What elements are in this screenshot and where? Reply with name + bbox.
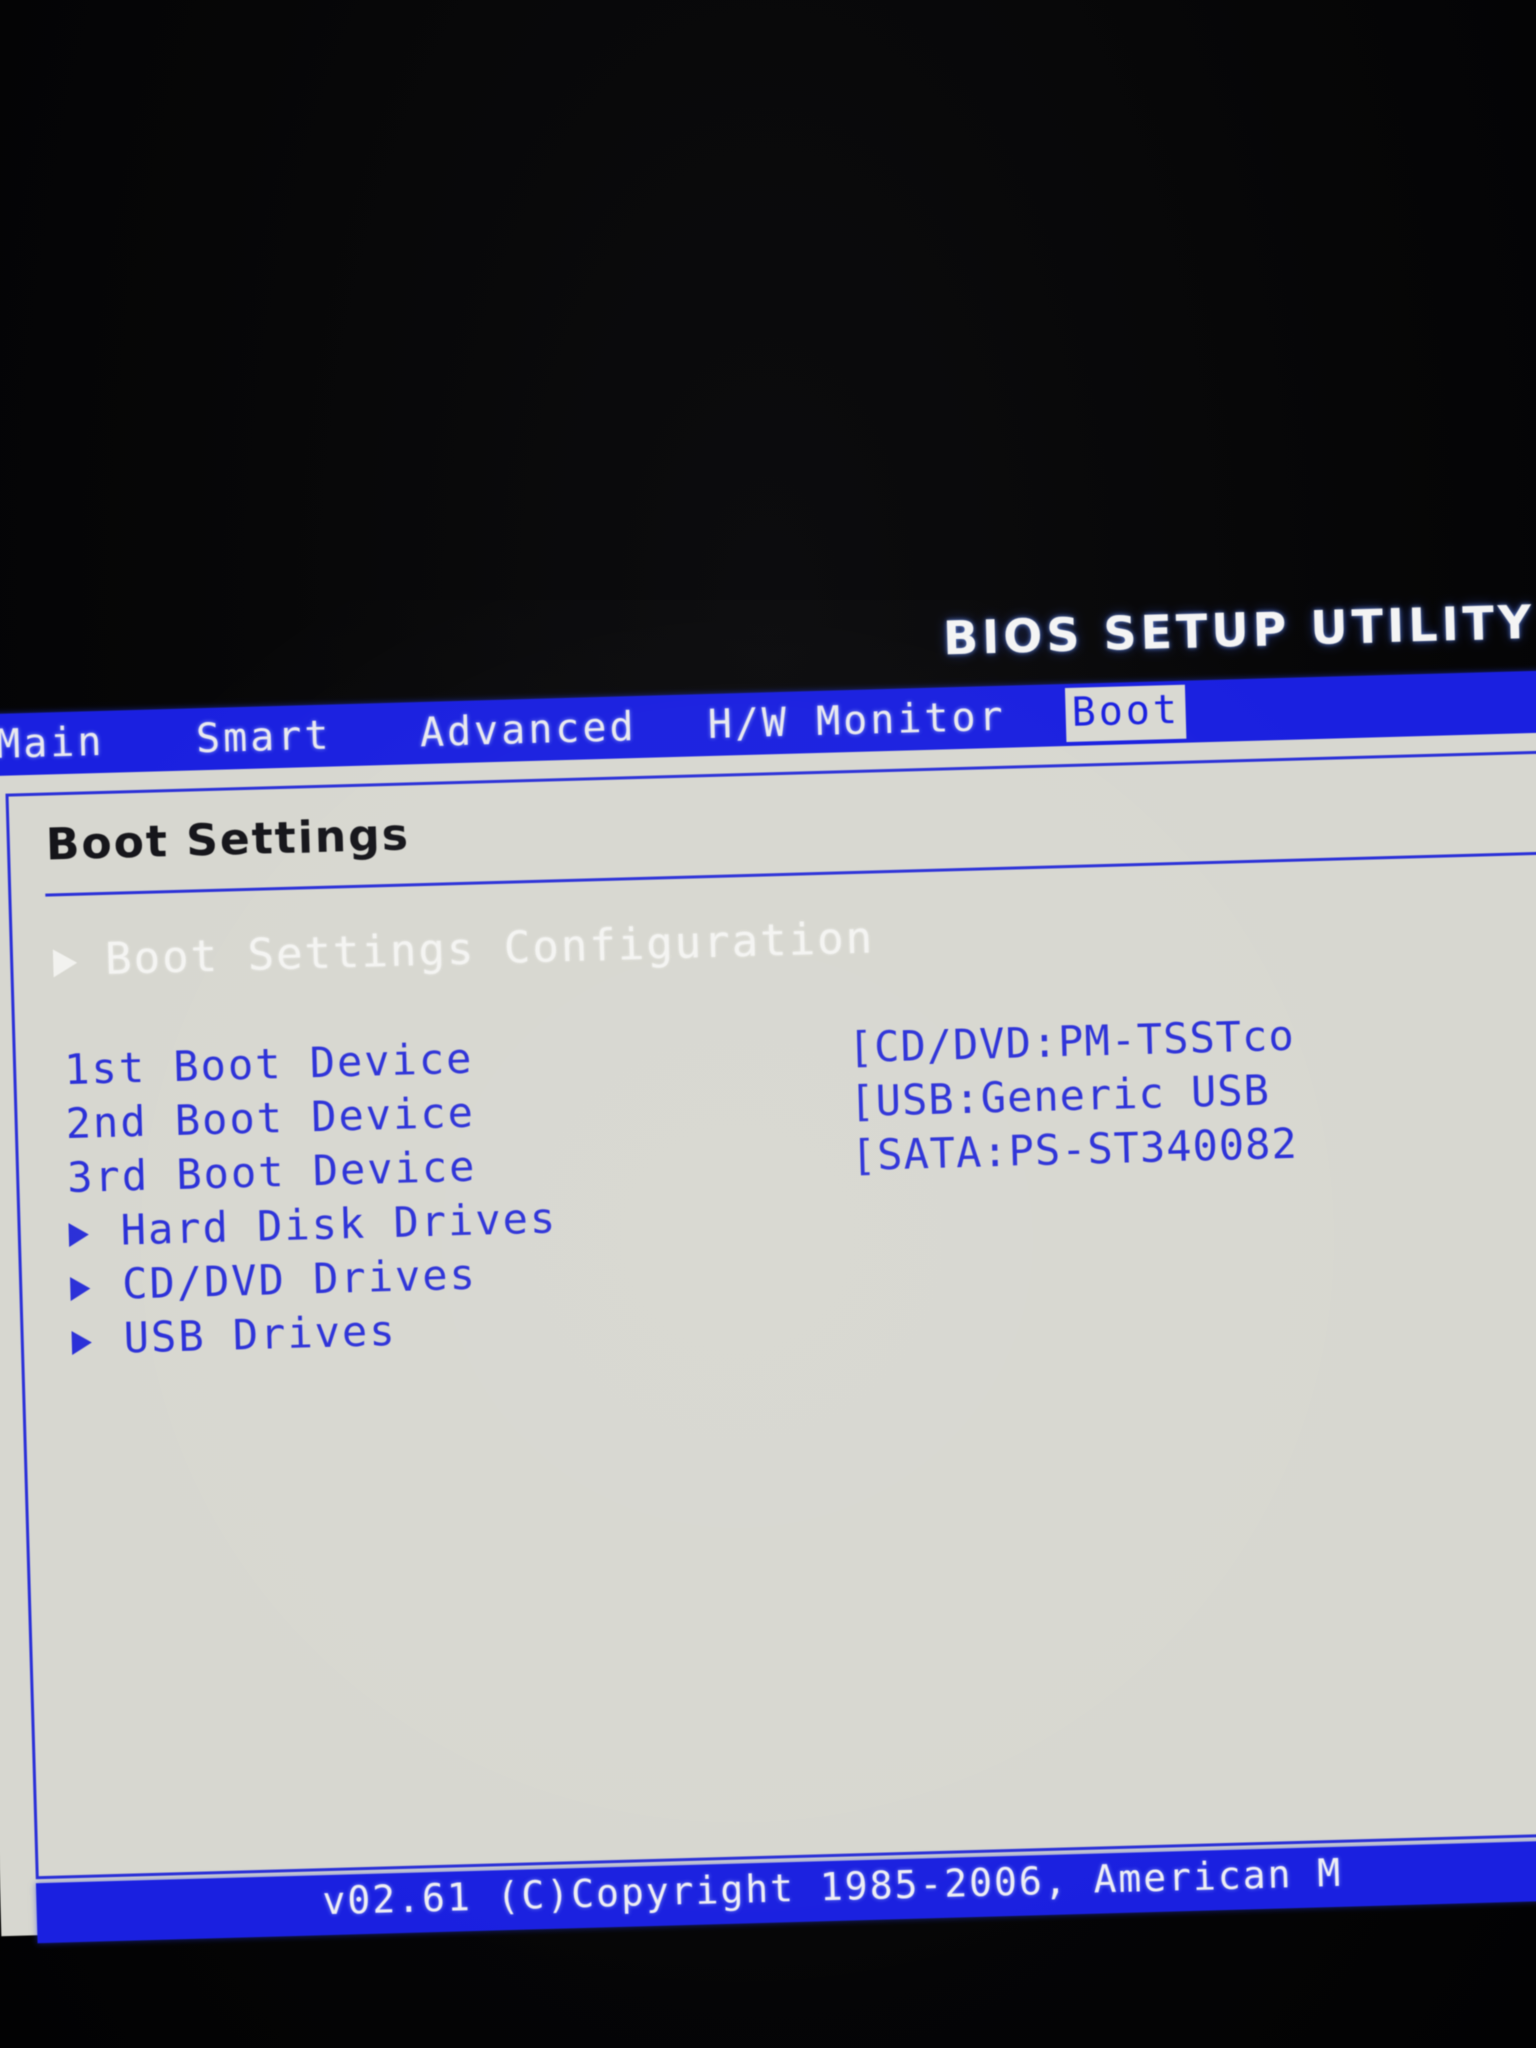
menu-tab-boot[interactable]: Boot [1064, 684, 1187, 743]
setting-label: CD/DVD Drives [121, 1249, 478, 1309]
submenu-arrow-icon [69, 1276, 91, 1302]
menu-tab-h-w-monitor[interactable]: H/W Monitor [707, 694, 1006, 748]
setting-label: 1st Boot Device [63, 1033, 475, 1095]
page-title: BIOS SETUP UTILITY [942, 594, 1536, 666]
setting-label: 2nd Boot Device [65, 1087, 476, 1149]
submenu-arrow-icon [71, 1330, 93, 1356]
setting-value[interactable]: [CD/DVD:PM-TSSTco [847, 1011, 1295, 1072]
setting-label: 3rd Boot Device [66, 1141, 478, 1203]
setting-label: USB Drives [123, 1305, 398, 1363]
setting-value[interactable]: [USB:Generic USB [849, 1065, 1271, 1126]
bios-screen: BIOS SETUP UTILITY Main Smart Advanced H/W … [0, 595, 1536, 1993]
submenu-arrow-icon [68, 1222, 90, 1248]
menu-tab-smart[interactable]: Smart [195, 713, 332, 763]
body-panel: Boot Settings Boot Settings Configuratio… [0, 732, 1536, 1937]
setting-label: Boot Settings Configuration [104, 912, 875, 985]
section-title: Boot Settings [45, 809, 411, 871]
setting-row-boot-settings-configuration[interactable]: Boot Settings Configuration [12, 893, 1536, 991]
menu-tab-advanced[interactable]: Advanced [419, 704, 637, 756]
submenu-arrow-icon [52, 948, 78, 978]
content-frame: Boot Settings Boot Settings Configuratio… [5, 750, 1536, 1880]
monitor-photograph: BIOS SETUP UTILITY Main Smart Advanced H/W … [0, 0, 1536, 2048]
menu-tab-main[interactable]: Main [0, 719, 105, 768]
